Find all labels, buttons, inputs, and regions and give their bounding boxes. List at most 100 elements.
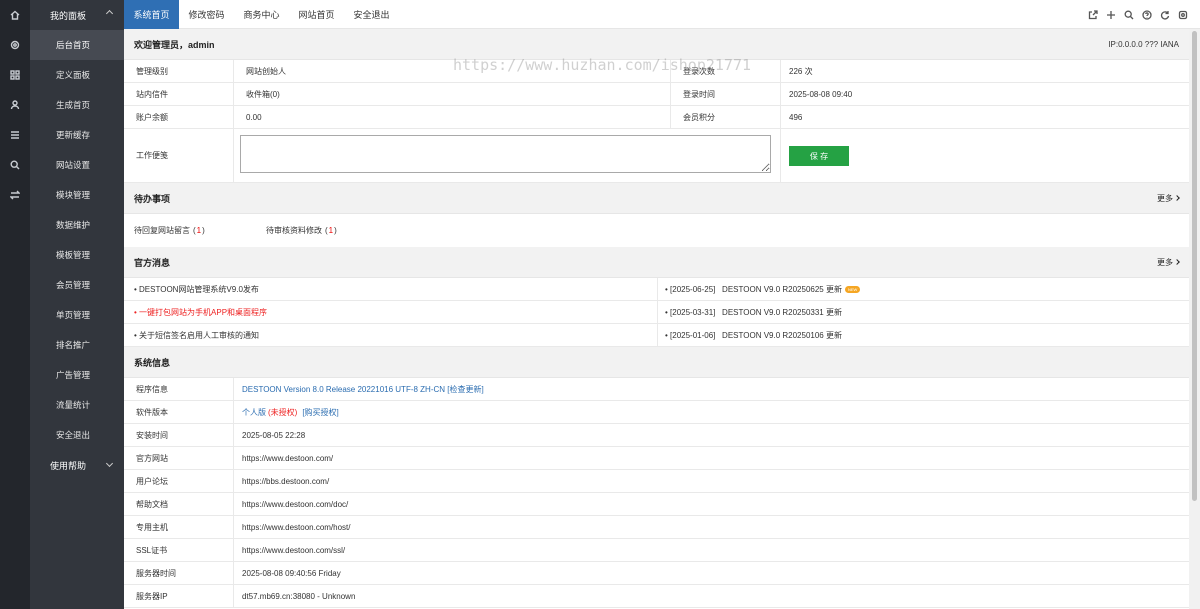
news-item[interactable]: • [2025-06-25] DESTOON V9.0 R20250625 更新… [665,278,861,301]
todo-item-profile-edits[interactable]: 待审核资料修改 ( 1 ) [266,214,337,247]
welcome-title: 欢迎管理员，admin [134,39,215,50]
edition-link[interactable]: 个人版 [242,407,266,418]
gear-icon[interactable] [0,35,30,55]
memo-textarea[interactable] [240,135,771,173]
sidebar-item-site-settings[interactable]: 网站设置 [30,150,124,180]
search-icon[interactable] [1120,6,1138,24]
todo-item-messages[interactable]: 待回复网站留言 ( 1 ) [134,214,205,247]
tab-logout[interactable]: 安全退出 [344,0,399,29]
plus-icon[interactable] [1102,6,1120,24]
sysinfo-row: 帮助文档 https://www.destoon.com/doc/ [124,493,1189,516]
sidebar-item-modules[interactable]: 模块管理 [30,180,124,210]
memo-row: 工作便笺 保 存 [124,129,1189,183]
settings-icon[interactable] [1174,6,1192,24]
inbox-link[interactable]: 收件箱(0) [234,83,672,105]
program-info-link[interactable]: DESTOON Version 8.0 Release 20221016 UTF… [230,378,830,400]
sidebar-item-ads[interactable]: 广告管理 [30,360,124,390]
news-item-text: • [2025-06-25] DESTOON V9.0 R20250625 更新 [665,285,842,294]
todo-label: 待审核资料修改 [266,226,322,235]
sysinfo-title: 系统信息 [134,357,171,368]
sidebar-menu: 我的面板 后台首页 定义面板 生成首页 更新缓存 网站设置 模块管理 数据维护 … [30,0,124,609]
sysinfo-label: SSL证书 [124,539,234,561]
news-item[interactable]: • [2025-03-31] DESTOON V9.0 R20250331 更新 [665,301,842,324]
news-item[interactable]: • [2025-01-06] DESTOON V9.0 R20250106 更新 [665,324,842,347]
sysinfo-row: 官方网站 https://www.destoon.com/ [124,447,1189,470]
unlicensed-text: (未授权) [268,407,298,417]
official-site-link[interactable]: https://www.destoon.com/ [230,447,830,469]
news-row-1: • DESTOON网站管理系统V9.0发布 • [2025-06-25] DES… [124,278,1189,301]
tab-site-home[interactable]: 网站首页 [289,0,344,29]
news-item[interactable]: • DESTOON网站管理系统V9.0发布 [134,278,259,301]
vertical-scrollbar[interactable] [1189,29,1200,609]
level-label: 管理级别 [124,60,234,82]
search-icon[interactable] [0,155,30,175]
todo-open-paren: ( [193,226,196,235]
tab-system-home[interactable]: 系统首页 [124,0,179,29]
menu-help[interactable]: 使用帮助 [30,450,124,480]
chevron-up-icon [105,9,114,18]
buy-license-link[interactable]: [购买授权] [302,407,338,418]
admin-app: 我的面板 后台首页 定义面板 生成首页 更新缓存 网站设置 模块管理 数据维护 … [0,0,1200,609]
share-icon[interactable] [1084,6,1102,24]
docs-link[interactable]: https://www.destoon.com/doc/ [230,493,830,515]
balance-value: 0.00 [246,112,262,122]
sidebar-item-custom-panel[interactable]: 定义面板 [30,60,124,90]
switch-icon[interactable] [0,185,30,205]
home-icon[interactable] [0,5,30,25]
menu-header[interactable]: 我的面板 [30,0,124,30]
sysinfo-label: 安装时间 [124,424,234,446]
points-value: 496 [789,112,803,122]
new-badge: NEW [844,286,861,293]
sidebar-item-pages[interactable]: 单页管理 [30,300,124,330]
scrollbar-thumb[interactable] [1192,31,1197,501]
sidebar-item-ranking[interactable]: 排名推广 [30,330,124,360]
list-icon[interactable] [0,125,30,145]
sidebar-item-templates[interactable]: 模板管理 [30,240,124,270]
sysinfo-header: 系统信息 [124,347,1189,378]
sidebar-item-generate-home[interactable]: 生成首页 [30,90,124,120]
todo-title: 待办事项 [134,193,171,204]
login-count-value: 226 次 [789,66,813,76]
news-item[interactable]: • 一键打包网站为手机APP和桌面程序 [134,301,267,324]
sidebar-item-members[interactable]: 会员管理 [30,270,124,300]
level-value: 网站创始人 [246,66,286,76]
sysinfo-label: 服务器IP [124,585,234,607]
sysinfo-label: 服务器时间 [124,562,234,584]
more-label: 更多 [1157,193,1173,203]
news-more-link[interactable]: 更多 [1157,257,1180,268]
news-item[interactable]: • 关于短信签名启用人工审核的通知 [134,324,259,347]
save-button[interactable]: 保 存 [789,146,849,166]
menu-help-label: 使用帮助 [50,460,87,471]
sysinfo-row: 程序信息 DESTOON Version 8.0 Release 2022101… [124,378,1189,401]
server-ip-value: dt57.mb69.cn:38080 - Unknown [242,591,356,601]
chevron-right-icon [1174,259,1180,265]
sysinfo-value: 2025-08-05 22:28 [242,430,306,440]
ssl-link[interactable]: https://www.destoon.com/ssl/ [230,539,830,561]
sidebar-item-traffic[interactable]: 流量统计 [30,390,124,420]
sidebar-item-home[interactable]: 后台首页 [30,30,124,60]
todo-close-paren: ) [202,226,205,235]
refresh-icon[interactable] [1156,6,1174,24]
sysinfo-row: 软件版本 个人版 (未授权) [购买授权] [124,401,1189,424]
toolbar-icons [1084,0,1192,29]
icon-rail [0,0,30,609]
version-value: 个人版 (未授权) [购买授权] [230,401,830,423]
sidebar-item-logout[interactable]: 安全退出 [30,420,124,450]
menu-header-label: 我的面板 [50,10,87,21]
sysinfo-row: 用户论坛 https://bbs.destoon.com/ [124,470,1189,493]
host-link[interactable]: https://www.destoon.com/host/ [230,516,830,538]
sidebar-item-update-cache[interactable]: 更新缓存 [30,120,124,150]
sidebar-item-data-maintenance[interactable]: 数据维护 [30,210,124,240]
user-icon[interactable] [0,95,30,115]
chevron-right-icon [1174,195,1180,201]
tab-business-center[interactable]: 商务中心 [234,0,289,29]
todo-header: 待办事项 更多 [124,183,1189,214]
todo-close-paren: ) [334,226,337,235]
todo-more-link[interactable]: 更多 [1157,193,1180,204]
grid-icon[interactable] [0,65,30,85]
tab-change-password[interactable]: 修改密码 [179,0,234,29]
help-icon[interactable] [1138,6,1156,24]
forum-link[interactable]: https://bbs.destoon.com/ [230,470,830,492]
sysinfo-row: 安装时间 2025-08-05 22:28 [124,424,1189,447]
news-title: 官方消息 [134,257,171,268]
